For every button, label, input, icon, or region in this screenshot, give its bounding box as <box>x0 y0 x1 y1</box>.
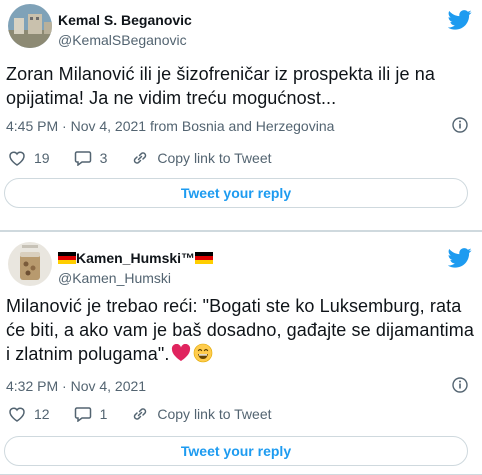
red-heart-emoji-icon <box>172 343 191 361</box>
tweet-text-body: Milanović je trebao reći: "Bogati ste ko… <box>6 296 474 364</box>
author-name-row[interactable]: Kamen_Humski™ <box>58 250 214 266</box>
heart-icon <box>9 151 25 166</box>
twitter-bird-icon[interactable] <box>448 10 472 30</box>
link-icon <box>134 152 147 164</box>
author-handle[interactable]: @Kamen_Humski <box>58 270 171 286</box>
link-icon <box>134 408 147 420</box>
copy-link-button[interactable]: Copy link to Tweet <box>131 150 272 166</box>
author-handle[interactable]: @KemalSBeganovic <box>58 32 187 48</box>
copy-link-button[interactable]: Copy link to Tweet <box>131 406 272 422</box>
author-name: Kamen_Humski™ <box>76 250 196 266</box>
tweet-actions: 19 3 Copy link to Tweet <box>8 150 296 166</box>
tweet-timestamp[interactable]: 4:32 PM · Nov 4, 2021 <box>6 378 146 394</box>
twitter-bird-icon[interactable] <box>448 248 472 268</box>
tweet-text: Zoran Milanović ili je šizofreničar iz p… <box>6 64 435 108</box>
copy-link-label: Copy link to Tweet <box>157 406 272 422</box>
info-icon[interactable] <box>452 117 468 133</box>
tweet-actions: 12 1 Copy link to Tweet <box>8 406 296 422</box>
reply-button[interactable]: 3 <box>74 150 108 166</box>
reply-bubble-icon <box>74 407 91 422</box>
germany-flag-icon <box>58 252 76 264</box>
like-count: 19 <box>34 150 50 166</box>
avatar[interactable] <box>8 4 52 48</box>
avatar[interactable] <box>8 242 52 286</box>
reply-count: 3 <box>99 150 108 166</box>
tweet-your-reply-button[interactable]: Tweet your reply <box>4 178 468 208</box>
reply-button[interactable]: 1 <box>74 406 108 422</box>
tweet-text: Milanović je trebao reći: "Bogati ste ko… <box>6 294 476 366</box>
like-button[interactable]: 12 <box>8 406 50 422</box>
author-name[interactable]: Kemal S. Beganovic <box>58 12 192 28</box>
germany-flag-icon <box>195 252 214 264</box>
tweet-timestamp[interactable]: 4:45 PM · Nov 4, 2021 from Bosnia and He… <box>6 118 334 134</box>
like-count: 12 <box>34 406 50 422</box>
info-icon[interactable] <box>452 377 468 393</box>
tweet-your-reply-button[interactable]: Tweet your reply <box>4 436 468 466</box>
tweet-card: Kamen_Humski™ @Kamen_Humski Milanović je… <box>0 231 482 475</box>
grinning-face-emoji-icon <box>194 343 213 363</box>
reply-bubble-icon <box>74 151 91 166</box>
tweet-card: Kemal S. Beganovic @KemalSBeganovic Zora… <box>0 0 482 231</box>
reply-count: 1 <box>99 406 108 422</box>
copy-link-label: Copy link to Tweet <box>157 150 272 166</box>
like-button[interactable]: 19 <box>8 150 50 166</box>
heart-icon <box>9 407 25 422</box>
